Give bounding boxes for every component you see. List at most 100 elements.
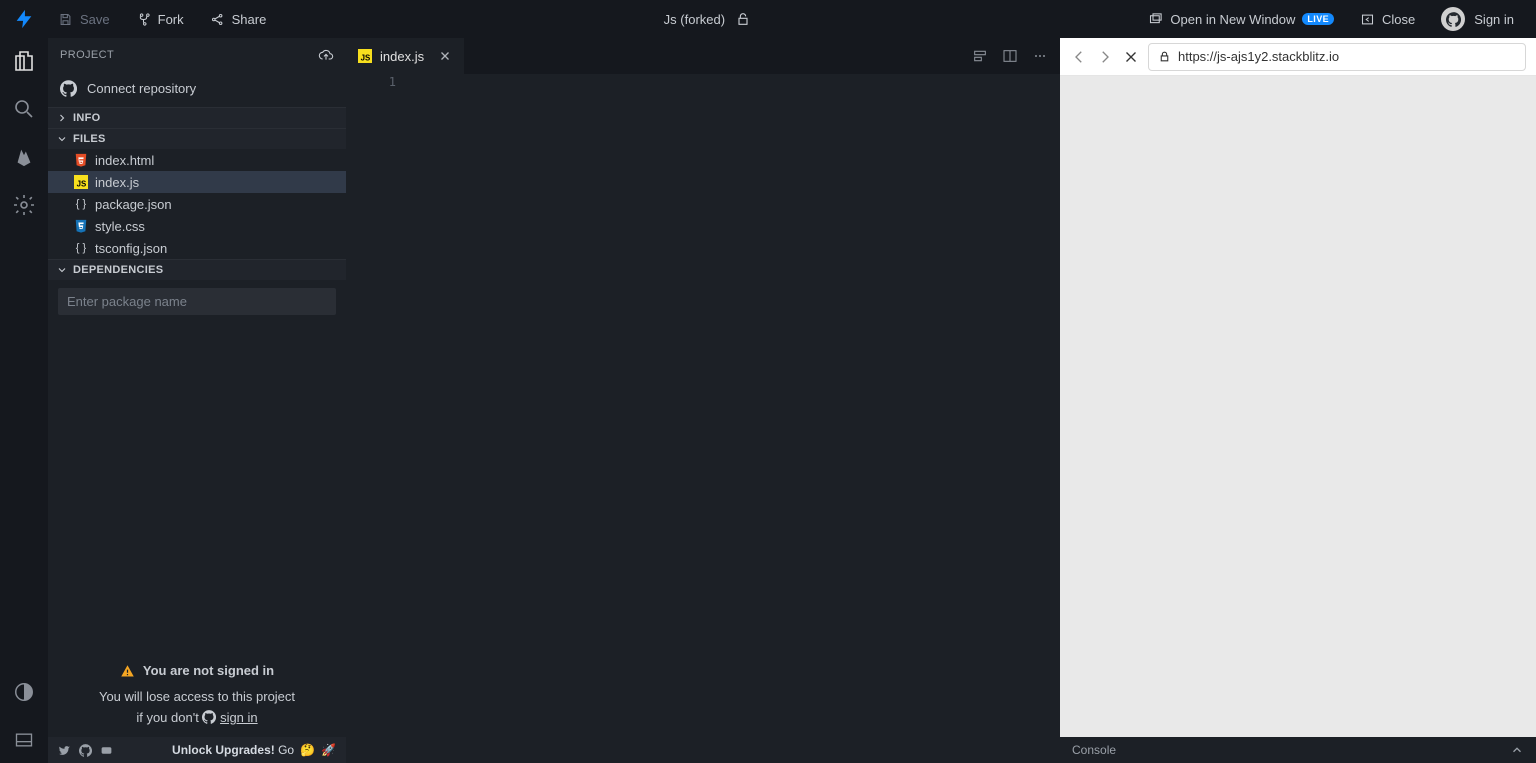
file-tsconfig-json[interactable]: { } tsconfig.json [48, 237, 346, 259]
sidebar-title: PROJECT [48, 38, 346, 72]
forward-icon[interactable] [1096, 48, 1114, 66]
dependency-input[interactable] [58, 288, 336, 315]
project-title-group[interactable]: Js (forked) [664, 11, 751, 27]
fork-icon [136, 12, 151, 27]
github-icon [202, 710, 216, 724]
js-file-icon: JS [74, 175, 88, 189]
preview-pane: https://js-ajs1y2.stackblitz.io Console [1060, 38, 1536, 763]
open-new-window-label: Open in New Window [1170, 12, 1295, 27]
preview-url-bar[interactable]: https://js-ajs1y2.stackblitz.io [1148, 43, 1526, 71]
file-label: style.css [95, 219, 145, 234]
file-label: index.html [95, 153, 154, 168]
save-icon [58, 12, 73, 27]
chevron-down-icon [56, 133, 68, 145]
file-label: index.js [95, 175, 139, 190]
share-button[interactable]: Share [200, 7, 277, 32]
section-files-label: FILES [73, 133, 106, 145]
thinking-face-icon: 🤔 [300, 743, 315, 757]
settings-icon[interactable] [11, 192, 37, 218]
unlock-icon [735, 11, 751, 27]
editor-tabs: JS index.js [346, 38, 1060, 74]
fork-label: Fork [158, 12, 184, 27]
close-button[interactable]: Close [1350, 7, 1425, 32]
back-icon[interactable] [1070, 48, 1088, 66]
file-package-json[interactable]: { } package.json [48, 193, 346, 215]
activity-bar [0, 38, 48, 763]
save-button[interactable]: Save [48, 7, 120, 32]
js-file-icon: JS [358, 49, 372, 63]
section-info-label: INFO [73, 112, 100, 124]
discord-icon[interactable] [100, 744, 113, 757]
lock-icon [1158, 50, 1171, 63]
sidebar-title-label: PROJECT [60, 49, 114, 61]
chevron-down-icon [56, 264, 68, 276]
search-icon[interactable] [11, 96, 37, 122]
split-editor-icon[interactable] [1002, 48, 1018, 64]
format-icon[interactable] [972, 48, 988, 64]
preview-toolbar: https://js-ajs1y2.stackblitz.io [1060, 38, 1536, 76]
github-icon [60, 80, 77, 97]
svg-text:JS: JS [77, 179, 87, 188]
preview-footer: Console [1060, 737, 1536, 763]
firebase-icon[interactable] [11, 144, 37, 170]
chevron-up-icon[interactable] [1510, 743, 1524, 757]
section-files[interactable]: FILES [48, 128, 346, 149]
css-file-icon [74, 219, 88, 233]
warning-icon [120, 664, 135, 679]
connect-repo-label: Connect repository [87, 81, 196, 96]
file-style-css[interactable]: style.css [48, 215, 346, 237]
explorer-icon[interactable] [11, 48, 37, 74]
notice-line2a: if you don't [136, 710, 202, 725]
github-icon[interactable] [79, 744, 92, 757]
file-label: package.json [95, 197, 172, 212]
editor: JS index.js 1 [346, 38, 1060, 763]
notice-line1: You will lose access to this project [62, 687, 332, 708]
sidebar-footer: Unlock Upgrades! Go 🤔 🚀 [48, 737, 346, 763]
twitter-icon[interactable] [58, 744, 71, 757]
chevron-right-icon [56, 112, 68, 124]
signin-notice: You are not signed in You will lose acce… [48, 649, 346, 737]
share-label: Share [232, 12, 267, 27]
section-deps-label: DEPENDENCIES [73, 264, 163, 276]
preview-content[interactable] [1060, 76, 1536, 737]
share-icon [210, 12, 225, 27]
close-preview-icon[interactable] [1122, 48, 1140, 66]
close-tab-icon[interactable] [438, 49, 452, 63]
line-gutter: 1 [346, 74, 418, 763]
stackblitz-logo[interactable] [12, 7, 36, 31]
json-file-icon: { } [74, 197, 88, 211]
open-new-window-button[interactable]: Open in New Window LIVE [1138, 7, 1344, 32]
close-label: Close [1382, 12, 1415, 27]
open-window-icon [1148, 12, 1163, 27]
unlock-upgrades[interactable]: Unlock Upgrades! Go [172, 743, 294, 757]
panel-toggle-icon[interactable] [11, 727, 37, 753]
rocket-icon: 🚀 [321, 743, 336, 757]
notice-head: You are not signed in [143, 661, 274, 682]
topbar: Save Fork Share Js (forked) Open in New … [0, 0, 1536, 38]
code-area[interactable] [418, 74, 1060, 763]
signin-button[interactable]: Sign in [1431, 2, 1524, 36]
connect-repository[interactable]: Connect repository [48, 72, 346, 107]
file-label: tsconfig.json [95, 241, 167, 256]
console-toggle[interactable]: Console [1072, 743, 1116, 757]
signin-link[interactable]: sign in [220, 710, 258, 725]
tab-label: index.js [380, 49, 424, 64]
json-file-icon: { } [74, 241, 88, 255]
svg-text:JS: JS [361, 53, 371, 62]
file-index-js[interactable]: JS index.js [48, 171, 346, 193]
signin-label: Sign in [1474, 12, 1514, 27]
github-avatar-icon [1441, 7, 1465, 31]
live-badge: LIVE [1302, 13, 1334, 25]
file-index-html[interactable]: index.html [48, 149, 346, 171]
fork-button[interactable]: Fork [126, 7, 194, 32]
preview-url: https://js-ajs1y2.stackblitz.io [1178, 49, 1339, 64]
section-dependencies[interactable]: DEPENDENCIES [48, 259, 346, 280]
section-info[interactable]: INFO [48, 107, 346, 128]
html-file-icon [74, 153, 88, 167]
more-actions-icon[interactable] [1032, 48, 1048, 64]
close-panel-icon [1360, 12, 1375, 27]
cloud-upload-icon[interactable] [318, 47, 334, 63]
tab-index-js[interactable]: JS index.js [346, 38, 464, 74]
line-number: 1 [346, 75, 396, 89]
theme-toggle-icon[interactable] [11, 679, 37, 705]
